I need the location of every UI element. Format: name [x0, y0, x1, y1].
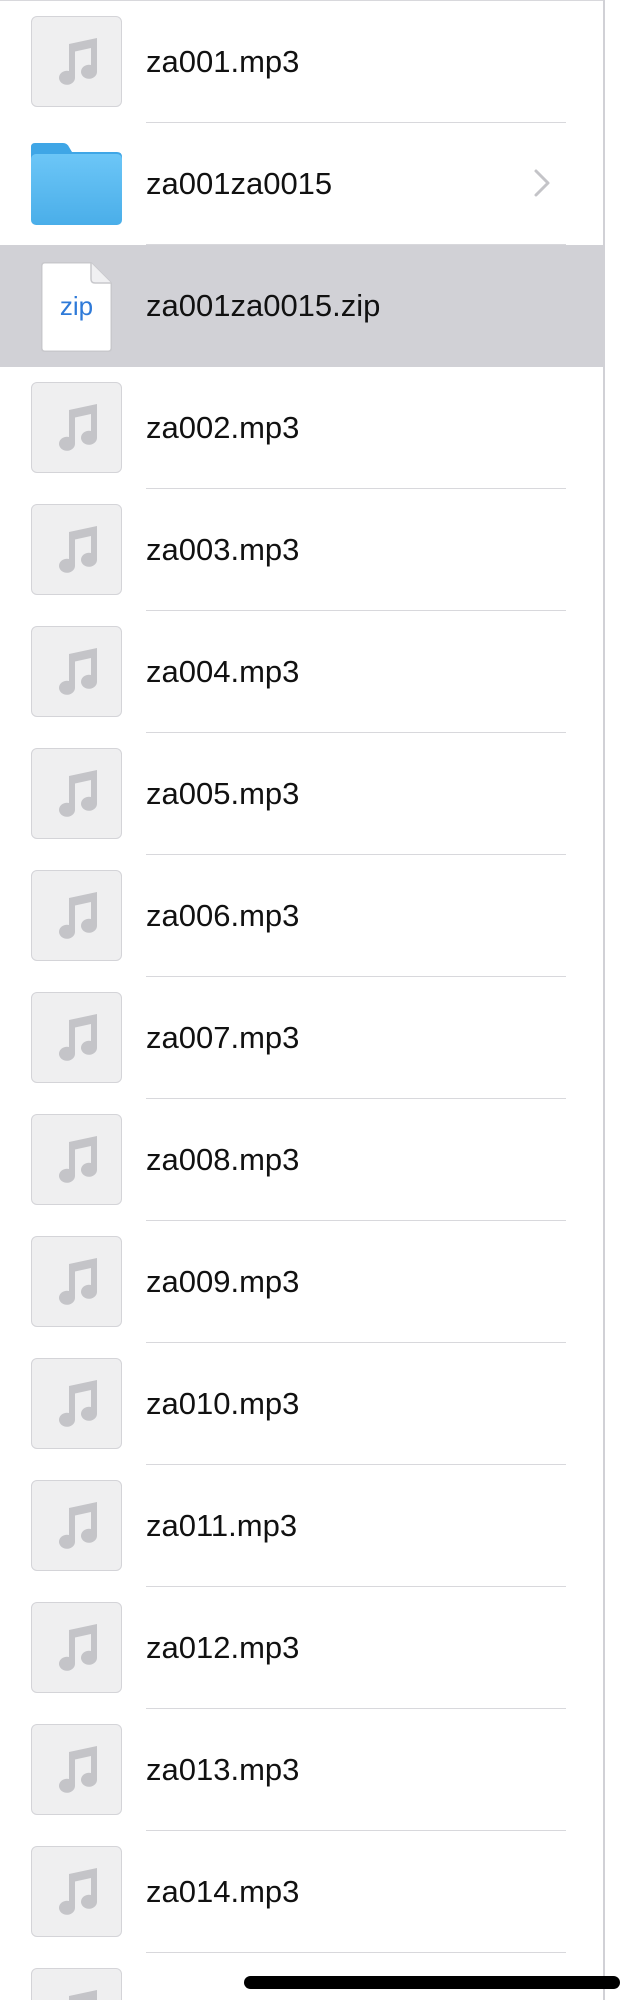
music-note-icon — [31, 992, 122, 1083]
file-name: za001za0015.zip — [146, 288, 381, 323]
file-row[interactable]: za012.mp3 — [0, 1587, 603, 1709]
music-note-icon — [31, 382, 122, 473]
file-name: za012.mp3 — [146, 1630, 300, 1665]
file-row[interactable]: za011.mp3 — [0, 1465, 603, 1587]
file-row[interactable]: za004.mp3 — [0, 611, 603, 733]
file-row[interactable]: za013.mp3 — [0, 1709, 603, 1831]
file-name: za010.mp3 — [146, 1386, 300, 1421]
zip-file-icon: zip — [41, 262, 112, 352]
folder-icon — [31, 143, 122, 225]
music-note-icon — [31, 1846, 122, 1937]
file-name: za006.mp3 — [146, 898, 300, 933]
file-row[interactable]: za006.mp3 — [0, 855, 603, 977]
file-row[interactable]: za009.mp3 — [0, 1221, 603, 1343]
file-row[interactable]: za002.mp3 — [0, 367, 603, 489]
chevron-right-icon — [534, 169, 550, 197]
music-note-icon — [31, 1602, 122, 1693]
music-note-icon — [31, 1724, 122, 1815]
file-name: za011.mp3 — [146, 1508, 298, 1543]
file-name: za014.mp3 — [146, 1874, 300, 1909]
music-note-icon — [31, 1236, 122, 1327]
file-row[interactable]: za001.mp3 — [0, 1, 603, 123]
split-view-divider — [603, 0, 605, 2000]
music-note-icon — [31, 748, 122, 839]
file-name: za007.mp3 — [146, 1020, 300, 1055]
file-row-selected[interactable]: zip za001za0015.zip — [0, 245, 603, 367]
music-note-icon — [31, 626, 122, 717]
file-name: za013.mp3 — [146, 1752, 300, 1787]
file-row[interactable]: za010.mp3 — [0, 1343, 603, 1465]
music-note-icon — [31, 1480, 122, 1571]
music-note-icon — [31, 1358, 122, 1449]
file-browser-screen: za001.mp3 za001za0015 zip za001za0015.zi… — [0, 0, 620, 2000]
file-row[interactable]: za014.mp3 — [0, 1831, 603, 1953]
music-note-icon — [31, 16, 122, 107]
file-row[interactable]: za003.mp3 — [0, 489, 603, 611]
music-note-icon — [31, 1968, 122, 2000]
file-name: za009.mp3 — [146, 1264, 300, 1299]
home-indicator[interactable] — [244, 1976, 620, 1989]
file-row[interactable]: za007.mp3 — [0, 977, 603, 1099]
music-note-icon — [31, 1114, 122, 1205]
file-name: za004.mp3 — [146, 654, 300, 689]
file-name: za003.mp3 — [146, 532, 300, 567]
file-name: za005.mp3 — [146, 776, 300, 811]
file-list: za001.mp3 za001za0015 zip za001za0015.zi… — [0, 0, 603, 2000]
file-name: za001.mp3 — [146, 44, 300, 79]
file-name: za008.mp3 — [146, 1142, 300, 1177]
music-note-icon — [31, 504, 122, 595]
file-name: za002.mp3 — [146, 410, 300, 445]
file-row[interactable]: za008.mp3 — [0, 1099, 603, 1221]
music-note-icon — [31, 870, 122, 961]
folder-name: za001za0015 — [146, 166, 333, 201]
zip-label: zip — [59, 290, 94, 321]
file-row[interactable]: za005.mp3 — [0, 733, 603, 855]
folder-row[interactable]: za001za0015 — [0, 123, 603, 245]
